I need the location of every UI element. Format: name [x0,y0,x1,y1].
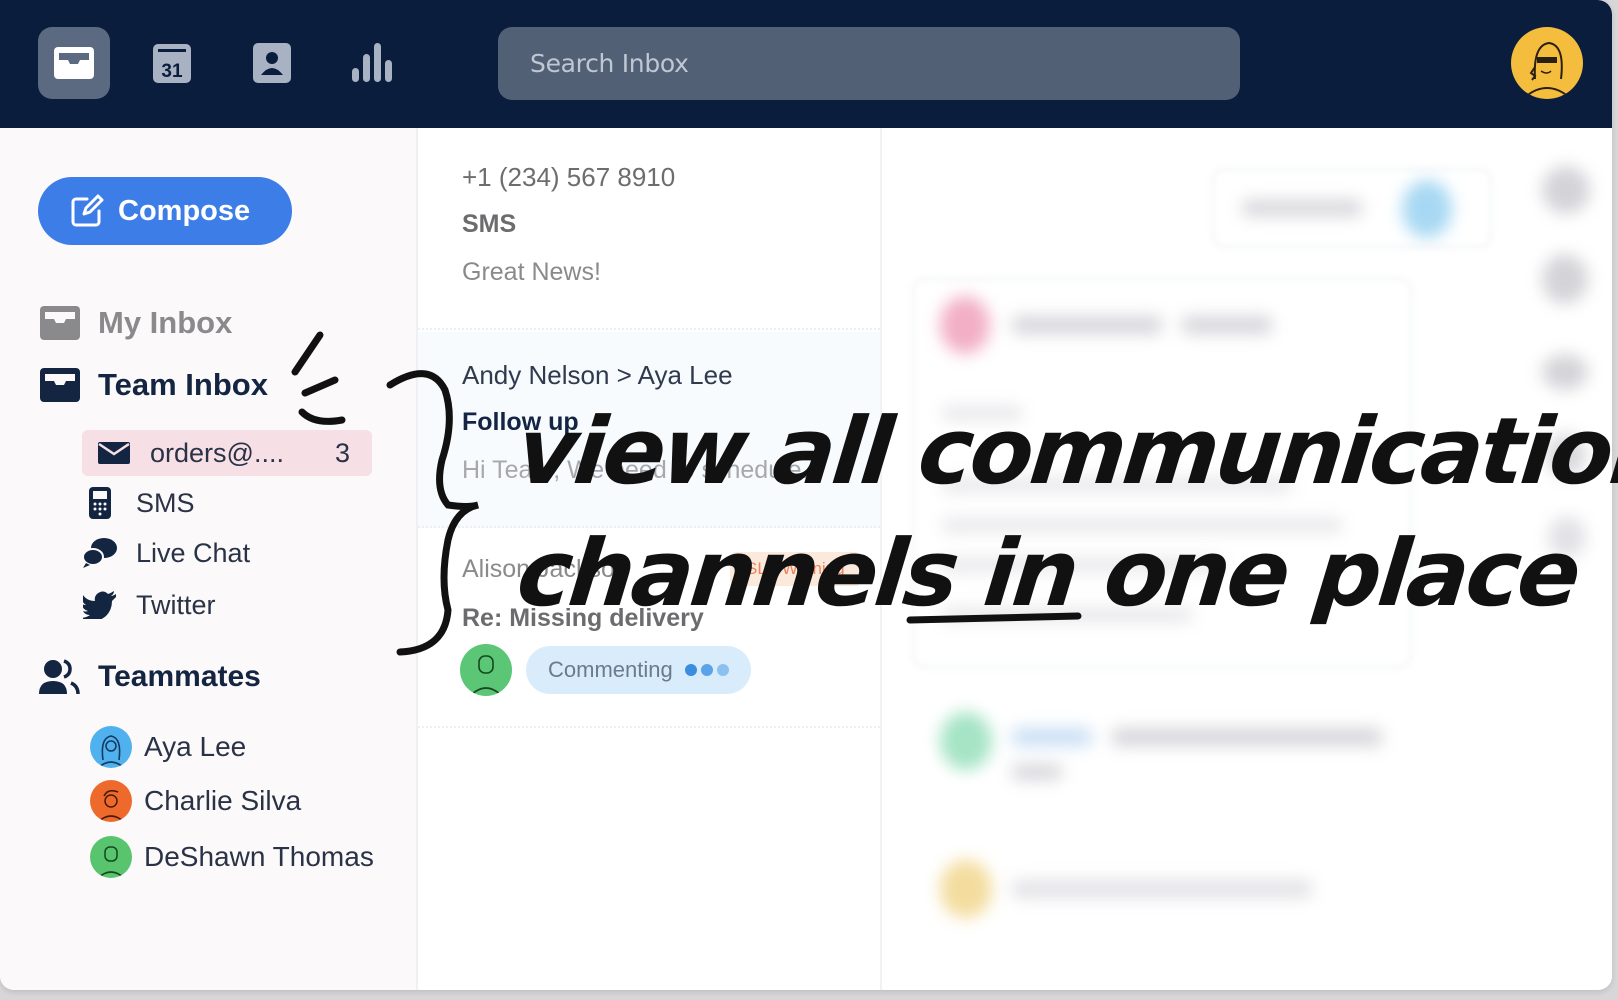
blurred-action-icon [1542,254,1588,304]
search-input[interactable] [498,27,1240,100]
inbox-tray-icon [40,306,80,340]
contact-card-icon [253,43,291,83]
blurred-avatar [940,712,992,770]
conversation-item[interactable]: +1 (234) 567 8910 SMS Great News! [418,128,880,330]
teammates-icon [39,659,80,695]
bar-chart-icon [352,43,392,82]
blurred-action-icon [1548,516,1586,558]
conversation-item[interactable]: Andy Nelson > Aya Lee Follow up Hi Team,… [418,332,880,528]
sidebar-item-label: Team Inbox [98,367,268,402]
blurred-text [1012,316,1162,334]
channel-label: Twitter [136,589,216,620]
compose-label: Compose [118,194,251,227]
compose-icon [71,194,104,227]
blurred-text [1242,200,1362,216]
sidebar: Compose My Inbox Team Inbox orders@.... … [0,128,418,990]
unread-count: 3 [334,437,350,468]
conversation-from: Alison Jackson [462,555,629,583]
phone-icon [82,486,118,520]
app-window: 31 Search Inbox Compose My Inbox Team In… [0,0,1612,990]
blurred-text [1012,880,1312,898]
blurred-text [942,406,1022,420]
typing-dots-icon [684,664,729,676]
conversation-preview: Great News! [462,258,601,286]
user-avatar[interactable] [1511,27,1583,99]
blurred-text [942,518,1342,532]
teammate-avatar [90,836,132,878]
blurred-avatar [940,296,990,354]
conversation-subject: Follow up [462,408,579,436]
teammate-name: Charlie Silva [144,785,302,816]
channel-orders-email[interactable]: orders@.... 3 [82,430,372,476]
conversation-item[interactable]: Alison Jackson SLA Warning Re: Missing d… [418,530,880,728]
blurred-text [942,608,1192,622]
blurred-avatar [1402,180,1452,238]
sla-warning-tag: SLA Warning [730,552,861,586]
compose-button[interactable]: Compose [38,177,292,245]
calendar-icon: 31 [153,44,191,83]
sidebar-item-team-inbox[interactable]: Team Inbox [38,366,268,404]
channel-label: SMS [136,487,195,518]
blurred-action-icon [1542,166,1590,214]
commenting-pill: Commenting [526,646,751,694]
top-bar: 31 [0,0,1612,128]
channel-twitter[interactable]: Twitter [82,582,216,628]
blurred-text [942,478,1292,492]
envelope-icon [96,441,132,465]
blurred-text [942,558,1222,572]
conversation-from: Andy Nelson > Aya Lee [462,360,733,390]
inbox-tray-icon [40,368,80,402]
teammate-name: DeShawn Thomas [144,841,374,872]
blurred-text [1012,764,1062,780]
conversation-subject: SMS [462,210,517,238]
blurred-text [1182,316,1272,334]
teammate-charlie-silva[interactable]: Charlie Silva [90,780,301,822]
sidebar-item-my-inbox[interactable]: My Inbox [38,304,232,342]
nav-inbox-button[interactable] [38,27,110,99]
teammate-avatar [90,780,132,822]
conversation-list: +1 (234) 567 8910 SMS Great News! Andy N… [418,128,882,990]
channel-sms[interactable]: SMS [82,480,195,526]
blurred-text [1012,728,1092,746]
sidebar-section-teammates[interactable]: Teammates [38,658,261,696]
teammate-avatar [90,726,132,768]
conversation-detail-blurred [882,128,1612,990]
blurred-action-icon [1542,354,1588,390]
channel-live-chat[interactable]: Live Chat [82,530,250,576]
nav-calendar-button[interactable]: 31 [136,27,208,99]
user-avatar-icon [1524,41,1570,98]
conversation-preview: Hi Team, We need to schedule... [462,456,823,484]
teammate-deshawn-thomas[interactable]: DeShawn Thomas [90,836,374,878]
blurred-avatar [940,860,992,918]
conversation-subject: Re: Missing delivery [462,604,704,632]
section-label: Teammates [98,660,261,693]
channel-label: Live Chat [136,537,251,568]
svg-text:31: 31 [161,61,183,82]
commenting-label: Commenting [548,657,673,682]
teammate-aya-lee[interactable]: Aya Lee [90,726,246,768]
blurred-text [1112,728,1382,746]
nav-contacts-button[interactable] [236,27,308,99]
teammate-name: Aya Lee [144,731,247,762]
sidebar-item-label: My Inbox [98,305,233,340]
inbox-tray-icon [54,47,94,79]
blurred-action-icon [1546,434,1586,476]
nav-analytics-button[interactable] [336,27,408,99]
channel-label: orders@.... [150,437,284,468]
chat-bubbles-icon [82,537,118,569]
twitter-bird-icon [82,591,118,619]
conversation-from: +1 (234) 567 8910 [462,162,676,192]
commenter-avatar [460,644,512,696]
commenting-indicator: Commenting [460,644,751,696]
